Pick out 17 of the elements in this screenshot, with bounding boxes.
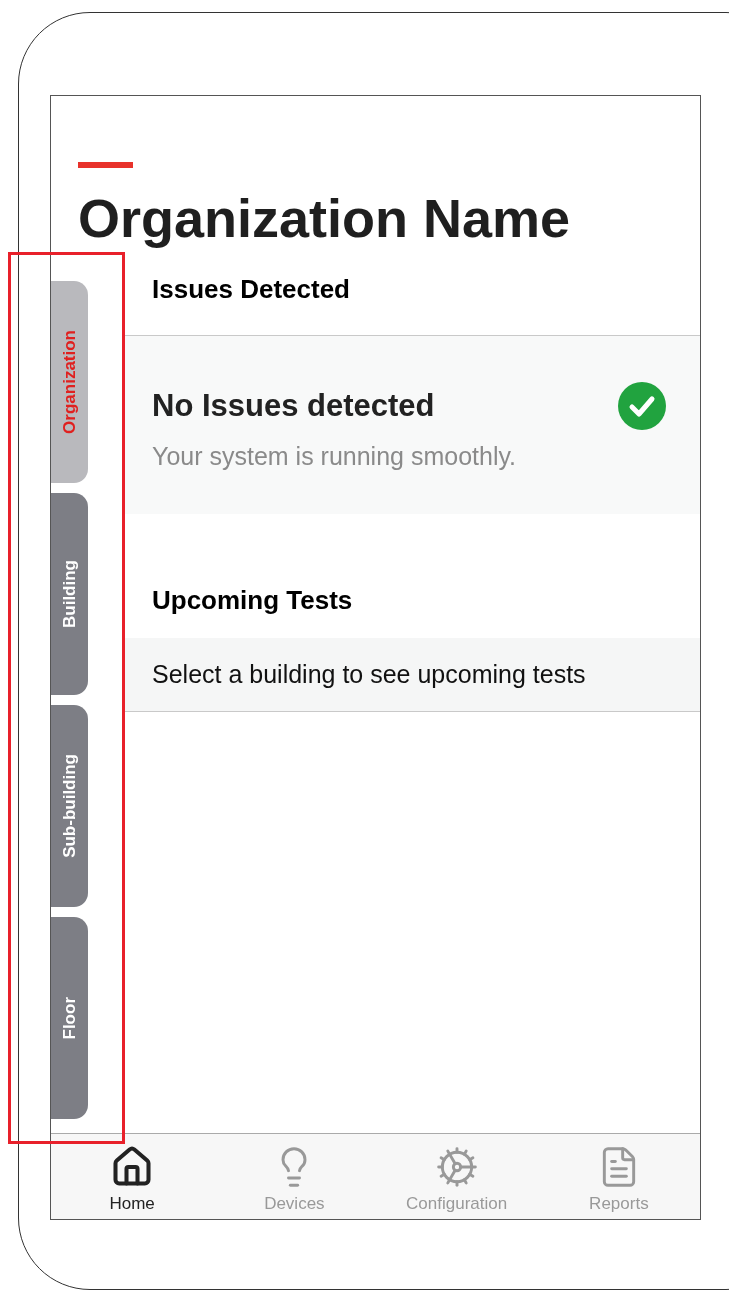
status-title: No Issues detected (152, 386, 435, 425)
nav-tab[interactable]: Reports (537, 1134, 700, 1219)
gear-icon (434, 1144, 479, 1189)
status-text: Your system is running smoothly. (152, 441, 518, 472)
check-icon (618, 382, 666, 430)
info-message: Select a building to see upcoming tests (152, 658, 586, 690)
accent-bar (78, 162, 133, 168)
section-heading: Upcoming Tests (152, 584, 353, 617)
section-heading: Issues Detected (152, 273, 350, 306)
page-title: Organization Name (78, 187, 572, 250)
nav-tab[interactable]: Home (51, 1134, 214, 1219)
side-tab[interactable]: Building (51, 493, 88, 695)
nav-tab[interactable]: Configuration (375, 1134, 538, 1219)
side-tab[interactable]: Sub-building (51, 705, 88, 907)
side-tab[interactable]: Organization (51, 281, 88, 483)
side-tab[interactable]: Floor (51, 917, 88, 1119)
nav-tab[interactable]: Devices (213, 1134, 376, 1219)
